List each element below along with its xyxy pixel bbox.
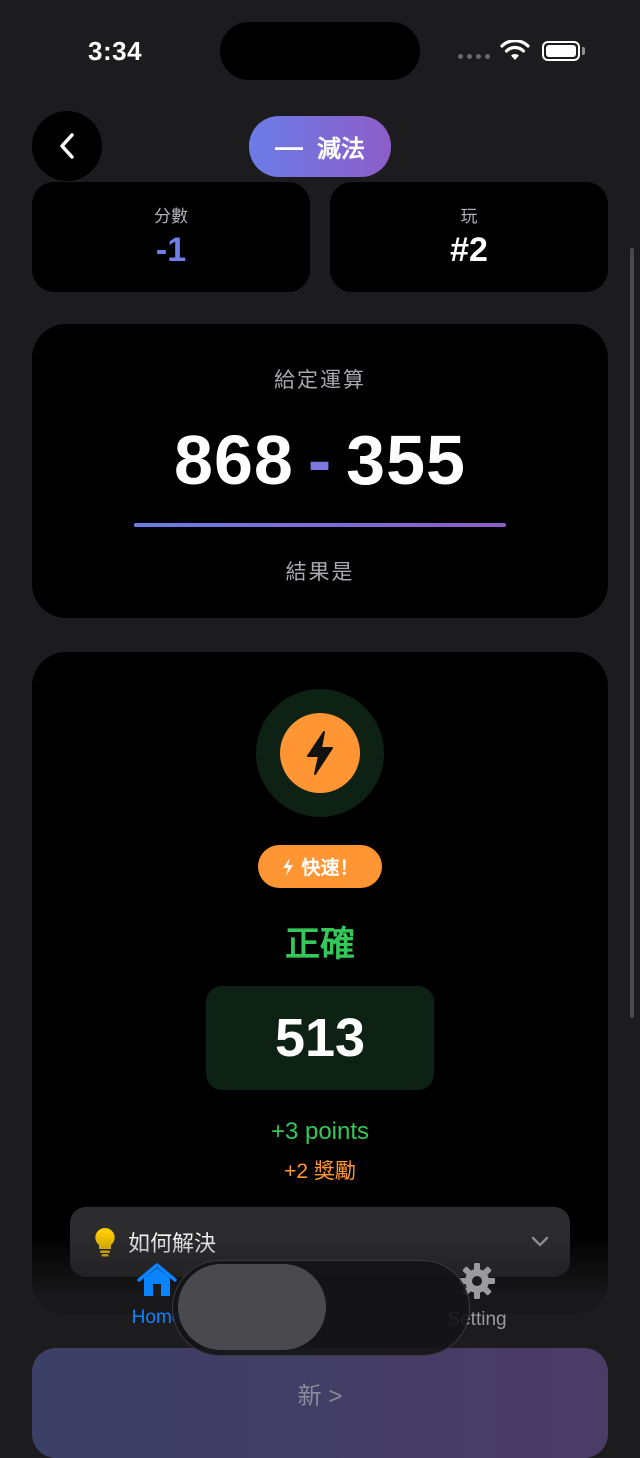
battery-icon (542, 41, 580, 61)
lightning-small-icon (283, 857, 294, 876)
chevron-left-icon (60, 133, 74, 159)
fast-badge-label: 快速！ (301, 858, 359, 879)
operand-b: 355 (346, 421, 466, 499)
divider (134, 523, 506, 527)
score-value: -1 (155, 231, 187, 269)
play-value: #2 (450, 231, 488, 269)
next-button-label: 新 > (297, 1383, 343, 1410)
score-card: 分數 -1 (32, 182, 310, 292)
operator: - (307, 421, 333, 499)
problem-expression: 868-355 (32, 420, 608, 500)
bonus-label: +2 獎勵 (284, 1160, 356, 1183)
cellular-signal-icon (458, 54, 490, 59)
play-card: 玩 #2 (330, 182, 608, 292)
tab-bar-slider-thumb[interactable] (178, 1264, 326, 1350)
wifi-icon (500, 40, 530, 60)
status-time: 3:34 (88, 36, 143, 66)
operand-a: 868 (174, 421, 294, 499)
fast-badge: 快速！ (258, 845, 382, 888)
score-label: 分數 (154, 207, 188, 226)
play-label: 玩 (460, 207, 478, 226)
minus-icon: — (275, 130, 303, 162)
dynamic-island (220, 22, 420, 80)
points-label: +3 points (270, 1118, 370, 1145)
back-button[interactable] (32, 111, 102, 181)
next-button[interactable]: 新 > (32, 1348, 608, 1458)
bolt-circle (280, 713, 360, 793)
problem-card: 給定運算 868-355 結果是 (32, 324, 608, 618)
scrollbar[interactable] (630, 248, 634, 1018)
house-icon (137, 1263, 177, 1296)
mode-pill[interactable]: — 減法 (249, 116, 391, 177)
result-label: 結果是 (285, 561, 355, 584)
mode-label: 減法 (317, 136, 365, 163)
correct-label: 正確 (284, 925, 355, 964)
lightning-icon (307, 731, 333, 775)
answer-value: 513 (206, 986, 434, 1090)
problem-label: 給定運算 (274, 369, 366, 392)
battery-tip (582, 47, 585, 55)
bolt-badge (256, 689, 384, 817)
